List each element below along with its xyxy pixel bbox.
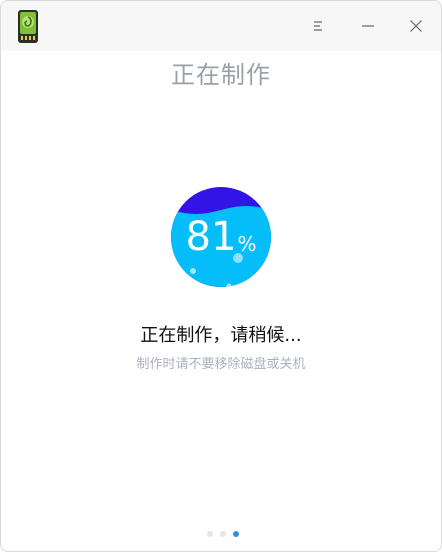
menu-icon	[314, 21, 322, 31]
page-dot	[207, 531, 213, 537]
close-icon	[410, 20, 422, 32]
menu-button[interactable]	[305, 13, 331, 39]
progress-value: 81	[185, 214, 237, 260]
minimize-icon	[362, 25, 374, 27]
status-hint: 制作时请不要移除磁盘或关机	[136, 357, 306, 372]
page-indicator	[207, 531, 239, 537]
title-bar	[1, 1, 441, 51]
page-dot	[233, 531, 239, 537]
app-window: 正在制作 81 % 正在制作，请稍候... 制作时请不要移除磁盘或关机	[0, 0, 442, 552]
progress-unit: %	[237, 232, 257, 256]
progress-indicator: 81 %	[171, 187, 271, 287]
page-title: 正在制作	[171, 61, 271, 89]
minimize-button[interactable]	[355, 13, 381, 39]
close-button[interactable]	[403, 13, 429, 39]
app-logo-icon	[18, 10, 38, 43]
page-dot	[220, 531, 226, 537]
status-message: 正在制作，请稍候...	[140, 325, 302, 346]
